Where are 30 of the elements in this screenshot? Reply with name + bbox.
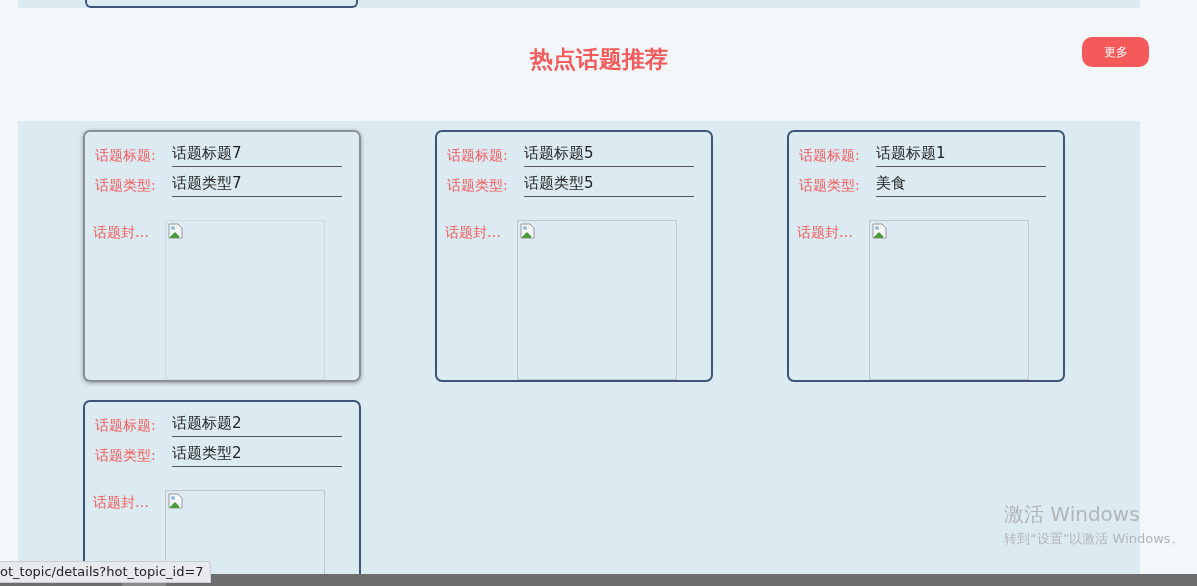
broken-image-icon bbox=[168, 493, 184, 509]
field-label: 话题类型: bbox=[447, 176, 509, 195]
title-field: 话题标题7 bbox=[172, 144, 342, 167]
url-tooltip: ot_topic/details?hot_topic_id=7 bbox=[0, 561, 211, 583]
field-label: 话题标题: bbox=[799, 146, 861, 165]
field-label: 话题类型: bbox=[799, 176, 861, 195]
field-label: 话题封… bbox=[797, 223, 854, 242]
field-label: 话题类型: bbox=[95, 176, 157, 195]
title-field: 话题标题5 bbox=[524, 144, 694, 167]
title-field: 话题标题1 bbox=[876, 144, 1046, 167]
field-label: 话题封… bbox=[93, 223, 150, 242]
broken-image-icon bbox=[872, 223, 888, 239]
topic-card[interactable]: 话题标题: 话题标题5 话题类型: 话题类型5 话题封… bbox=[435, 130, 713, 382]
type-field: 美食 bbox=[876, 174, 1046, 197]
broken-image-icon bbox=[520, 223, 536, 239]
type-field: 话题类型5 bbox=[524, 174, 694, 197]
topic-card[interactable]: 话题标题: 话题标题7 话题类型: 话题类型7 话题封… bbox=[83, 130, 361, 382]
field-label: 话题标题: bbox=[447, 146, 509, 165]
broken-image-icon bbox=[168, 223, 184, 239]
section-title: 热点话题推荐 bbox=[529, 45, 668, 74]
title-field: 话题标题2 bbox=[172, 414, 342, 437]
activation-title: 激活 Windows bbox=[1004, 501, 1141, 528]
field-label: 话题标题: bbox=[95, 146, 157, 165]
field-label: 话题标题: bbox=[95, 416, 157, 435]
field-label: 话题封… bbox=[93, 493, 150, 512]
type-field: 话题类型2 bbox=[172, 444, 342, 467]
field-label: 话题封… bbox=[445, 223, 502, 242]
type-field: 话题类型7 bbox=[172, 174, 342, 197]
topic-card[interactable]: 话题标题: 话题标题1 话题类型: 美食 话题封… bbox=[787, 130, 1065, 382]
field-label: 话题类型: bbox=[95, 446, 157, 465]
